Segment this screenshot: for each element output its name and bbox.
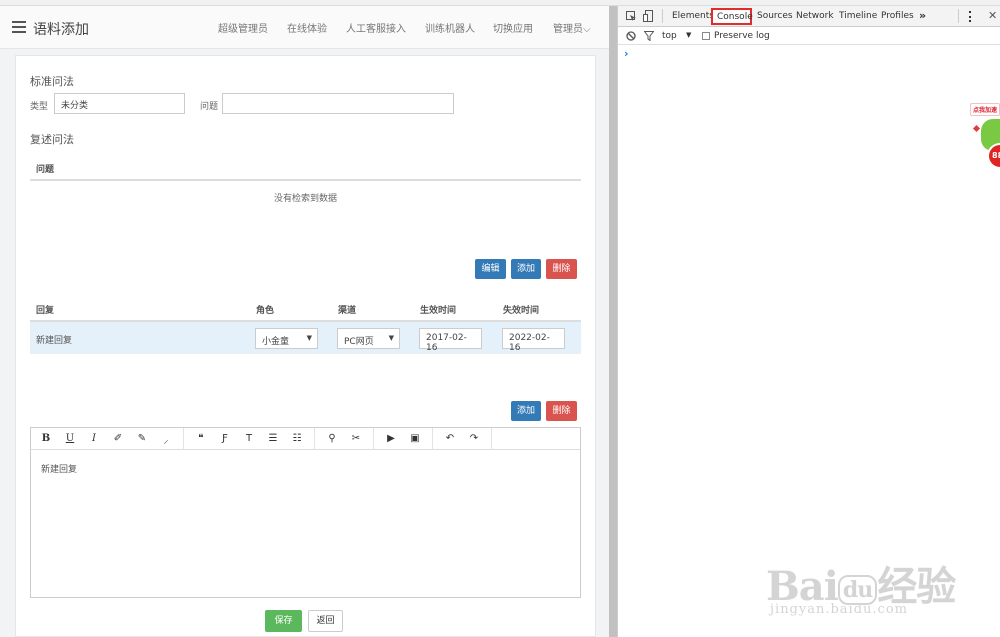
brush-icon[interactable]: ⸝	[159, 432, 173, 446]
bold-icon[interactable]: B	[39, 433, 53, 444]
tab-network[interactable]: Network	[796, 11, 834, 21]
restate-heading: 复述问法	[30, 133, 74, 146]
link-icon[interactable]: ⚲	[325, 433, 339, 444]
devtools-tabbar: Elements Console Sources Network Timelin…	[618, 6, 1000, 27]
tab-profiles[interactable]: Profiles	[881, 11, 914, 21]
app-pane: 语料添加 超级管理员 在线体验 人工客服接入 训练机器人 切换应用 管理员⌵ 标…	[0, 6, 609, 637]
end-date-field[interactable]: 2022-02-16	[502, 328, 565, 353]
watermark-du: du	[837, 575, 878, 605]
add-restate-button[interactable]: 添加	[511, 259, 541, 279]
more-tabs-icon[interactable]: »	[919, 9, 926, 22]
nav-super-admin[interactable]: 超级管理员	[218, 20, 268, 35]
rich-text-editor: B U I ✐ ✎ ⸝ ❝ Ƒ T ☰ ☷ ⚲ ✂ ▶ ▣ ↶ ↷ 新建回复	[30, 427, 581, 598]
italic-icon[interactable]: I	[87, 433, 101, 444]
pane-splitter-scrollbar[interactable]	[609, 6, 617, 637]
empty-message: 没有检索到数据	[273, 194, 337, 204]
unlink-icon[interactable]: ✂	[349, 433, 363, 444]
dropdown-arrow-icon: ▼	[388, 334, 394, 342]
font-icon[interactable]: Ƒ	[218, 433, 232, 444]
eraser-icon[interactable]: ✐	[111, 433, 125, 444]
tab-console: Console	[717, 12, 753, 22]
toolbar-divider	[491, 427, 492, 450]
image-icon[interactable]: ▣	[408, 433, 422, 444]
bullet-list-icon[interactable]: ☰	[266, 433, 280, 444]
channel-header: 渠道	[338, 306, 357, 316]
role-value: 小金童	[262, 337, 290, 347]
tabbar-divider	[958, 9, 959, 23]
restate-column-header: 问题	[36, 165, 55, 175]
restate-header-divider	[30, 179, 581, 181]
quote-icon[interactable]: ❝	[194, 433, 208, 444]
start-date-field[interactable]: 2017-02-16	[419, 328, 482, 353]
start-date-header: 生效时间	[420, 306, 457, 316]
tab-sources[interactable]: Sources	[757, 11, 793, 21]
back-button[interactable]: 返回	[308, 610, 343, 632]
nav-online-trial[interactable]: 在线体验	[287, 20, 327, 35]
close-devtools-icon[interactable]: ✕	[988, 9, 997, 22]
devtools-panel: Elements Console Sources Network Timelin…	[617, 6, 1000, 637]
delete-reply-button[interactable]: 删除	[546, 401, 577, 421]
table-row[interactable]: 新建回复 小金童 ▼ PC网页 ▼ 2017-02-16 2022-02-16	[30, 322, 581, 354]
speedup-badge[interactable]: 点我加速	[970, 103, 1000, 116]
preserve-log-checkbox[interactable]	[702, 32, 710, 40]
console-prompt[interactable]: ›	[624, 47, 629, 60]
question-label: 问题	[200, 102, 219, 112]
type-label: 类型	[30, 102, 49, 112]
tab-console-active[interactable]: Console	[711, 8, 753, 25]
toolbar-divider	[373, 427, 374, 450]
reply-header: 回复	[36, 306, 55, 316]
overlay-spark	[972, 124, 981, 133]
delete-restate-button[interactable]: 删除	[546, 259, 577, 279]
tab-timeline[interactable]: Timeline	[839, 11, 877, 21]
console-toolbar: top ▼ Preserve log	[618, 27, 1000, 45]
preserve-log-label: Preserve log	[714, 31, 770, 41]
tab-elements[interactable]: Elements	[672, 11, 714, 21]
numbered-list-icon[interactable]: ☷	[290, 433, 304, 444]
device-mode-icon[interactable]	[643, 10, 654, 23]
nav-admin-dropdown[interactable]: 管理员⌵	[553, 20, 591, 35]
end-date-header: 失效时间	[503, 306, 540, 316]
inspect-icon[interactable]	[626, 11, 637, 22]
filter-icon[interactable]	[644, 31, 654, 41]
dropdown-arrow-icon: ▼	[306, 334, 312, 342]
question-field[interactable]	[222, 93, 454, 114]
speed-number-badge[interactable]: 88	[987, 143, 1000, 169]
form-panel: 标准问法 类型 未分类 问题 复述问法 问题 没有检索到数据 编辑 添加 删除 …	[15, 55, 596, 637]
context-select[interactable]: top	[662, 31, 677, 41]
toolbar-divider	[183, 427, 184, 450]
clear-console-icon[interactable]	[626, 31, 636, 41]
menu-icon[interactable]	[12, 21, 26, 33]
nav-train-robot[interactable]: 训练机器人	[425, 20, 475, 35]
page-title: 语料添加	[33, 22, 89, 38]
add-reply-button[interactable]: 添加	[511, 401, 541, 421]
standard-heading: 标准问法	[30, 75, 74, 88]
pencil-icon[interactable]: ✎	[135, 433, 149, 444]
kebab-menu-icon[interactable]	[969, 11, 971, 22]
redo-icon[interactable]: ↷	[467, 433, 481, 444]
toolbar-divider	[432, 427, 433, 450]
context-dropdown-icon[interactable]: ▼	[686, 31, 691, 39]
type-field[interactable]: 未分类	[54, 93, 185, 114]
video-icon[interactable]: ▶	[384, 433, 398, 444]
nav-human-service[interactable]: 人工客服接入	[346, 20, 406, 35]
underline-icon[interactable]: U	[63, 433, 77, 444]
text-size-icon[interactable]: T	[242, 433, 256, 444]
reply-cell: 新建回复	[36, 336, 73, 346]
nav-switch-app[interactable]: 切换应用	[493, 20, 533, 35]
top-navbar: 语料添加 超级管理员 在线体验 人工客服接入 训练机器人 切换应用 管理员⌵	[0, 6, 609, 49]
tabbar-divider	[662, 9, 663, 23]
watermark-url: jingyan.baidu.com	[770, 602, 908, 617]
editor-toolbar: B U I ✐ ✎ ⸝ ❝ Ƒ T ☰ ☷ ⚲ ✂ ▶ ▣ ↶ ↷	[31, 427, 580, 450]
channel-value: PC网页	[344, 337, 374, 347]
role-header: 角色	[256, 306, 275, 316]
toolbar-divider	[314, 427, 315, 450]
undo-icon[interactable]: ↶	[443, 433, 457, 444]
role-select[interactable]: 小金童 ▼	[255, 328, 318, 349]
save-button[interactable]: 保存	[265, 610, 302, 632]
editor-content[interactable]: 新建回复	[41, 462, 77, 475]
channel-select[interactable]: PC网页 ▼	[337, 328, 400, 349]
edit-button[interactable]: 编辑	[475, 259, 506, 279]
